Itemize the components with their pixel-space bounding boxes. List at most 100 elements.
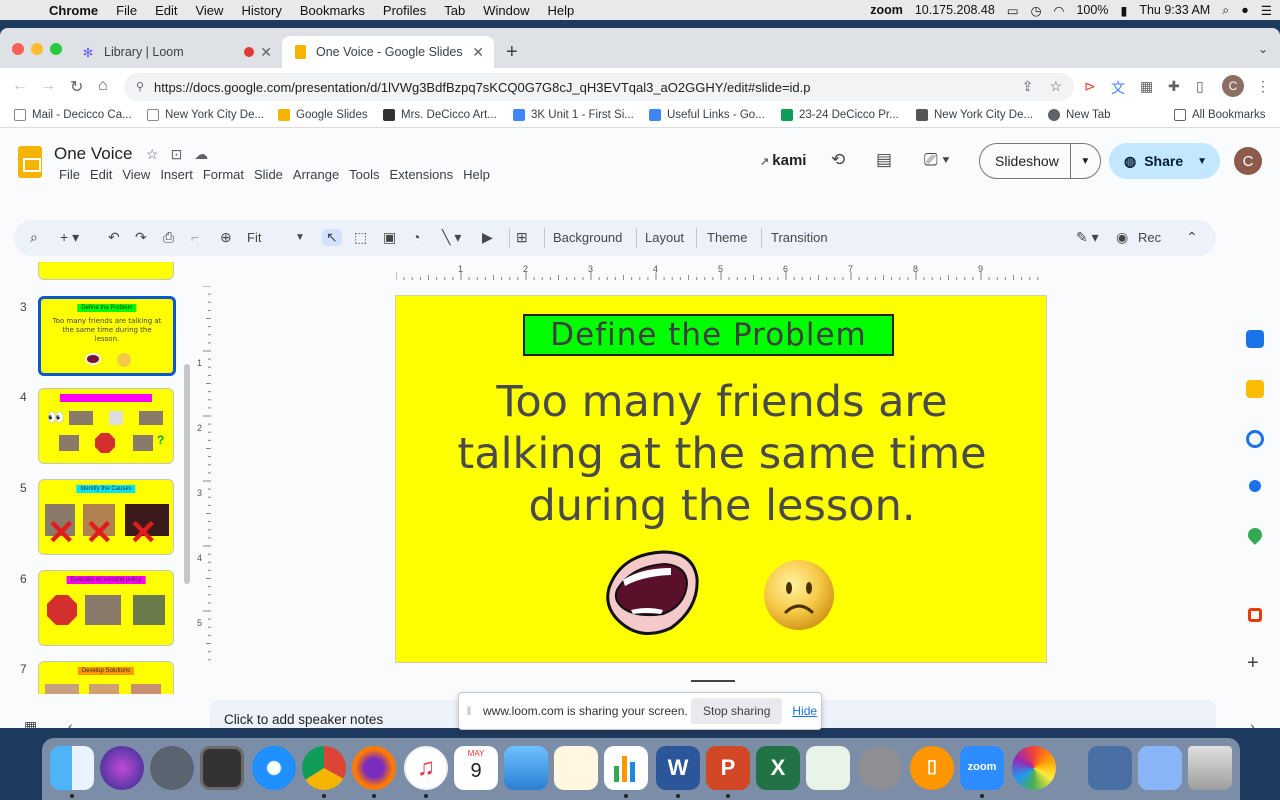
back-arrow-icon[interactable]: ← bbox=[12, 77, 28, 95]
menu-extensions[interactable]: Extensions bbox=[385, 167, 459, 182]
bookmark-item[interactable]: Mail - Decicco Ca... bbox=[14, 109, 132, 121]
bookmark-item[interactable]: New York City De... bbox=[916, 109, 1033, 121]
open-mouth-image[interactable] bbox=[601, 548, 701, 638]
tab-search-chevron-icon[interactable]: ⌄ bbox=[1258, 42, 1268, 56]
slide-canvas[interactable]: Define the Problem Too many friends are … bbox=[395, 295, 1047, 663]
share-page-icon[interactable]: ⇪ bbox=[1022, 78, 1034, 95]
filmstrip-scrollbar[interactable] bbox=[184, 364, 190, 584]
tab-slides[interactable]: One Voice - Google Slides ✕ bbox=[282, 36, 494, 68]
cloud-saved-icon[interactable]: ☁ bbox=[194, 146, 208, 163]
bookmark-item[interactable]: New Tab bbox=[1048, 109, 1111, 121]
slide-title[interactable]: Define the Problem bbox=[523, 314, 894, 356]
move-folder-icon[interactable]: ⊡ bbox=[171, 146, 183, 163]
menu-history[interactable]: History bbox=[232, 3, 290, 18]
document-title[interactable]: One Voice bbox=[54, 144, 132, 164]
menu-profiles[interactable]: Profiles bbox=[374, 3, 435, 18]
slide-thumbnail-3[interactable]: Define the Problem Too many friends are … bbox=[38, 296, 176, 376]
search-menus-icon[interactable]: ⌕ bbox=[30, 229, 38, 246]
slide-thumbnail-2[interactable] bbox=[38, 262, 174, 280]
redo-icon[interactable]: ↷ bbox=[135, 229, 147, 246]
get-addons-plus-icon[interactable]: + bbox=[1247, 652, 1259, 675]
minimize-window-button[interactable] bbox=[31, 43, 43, 55]
comments-icon[interactable]: ▤ bbox=[876, 150, 892, 170]
sad-face-image[interactable] bbox=[762, 558, 836, 632]
select-area-icon[interactable]: ⬚ bbox=[354, 229, 367, 246]
layout-button[interactable]: Layout bbox=[645, 230, 684, 245]
ilife-folder-icon[interactable] bbox=[1088, 746, 1132, 790]
collapse-filmstrip-icon[interactable]: ‹ bbox=[68, 718, 73, 728]
menu-tab[interactable]: Tab bbox=[435, 3, 474, 18]
select-cursor-icon[interactable]: ↖ bbox=[322, 229, 342, 246]
print-icon[interactable]: ⎙ bbox=[163, 229, 174, 246]
battery-icon[interactable]: ▮ bbox=[1120, 3, 1127, 18]
zoom-icon[interactable]: ⊕ bbox=[220, 229, 232, 246]
books-icon[interactable]: ▯ bbox=[910, 746, 954, 790]
tab-loom[interactable]: ✻ Library | Loom ✕ bbox=[70, 36, 282, 68]
menu-format[interactable]: Format bbox=[198, 167, 249, 182]
word-icon[interactable]: W bbox=[656, 746, 700, 790]
meet-camera-icon[interactable]: ⎚ ▾ bbox=[924, 150, 949, 170]
zoom-chevron-icon[interactable]: ▼ bbox=[295, 232, 305, 243]
maps-icon[interactable] bbox=[1245, 525, 1265, 545]
slideshow-options-chevron-icon[interactable]: ▼ bbox=[1071, 156, 1100, 167]
shape-icon[interactable]: ◔ bbox=[412, 229, 420, 245]
background-button[interactable]: Background bbox=[553, 230, 622, 245]
home-icon[interactable]: ⌂ bbox=[98, 77, 108, 95]
zoom-status-label[interactable]: zoom bbox=[870, 3, 903, 17]
menu-insert[interactable]: Insert bbox=[155, 167, 198, 182]
grid-view-icon[interactable]: ▦ bbox=[24, 718, 37, 728]
pen-tool-icon[interactable]: ✎ ▾ bbox=[1076, 229, 1099, 246]
image-icon[interactable]: ▣ bbox=[383, 229, 396, 246]
bookmark-item[interactable]: 23-24 DeCicco Pr... bbox=[781, 109, 899, 121]
all-bookmarks[interactable]: All Bookmarks bbox=[1174, 109, 1266, 121]
menu-app-name[interactable]: Chrome bbox=[40, 3, 107, 18]
bookmark-item[interactable]: Google Slides bbox=[278, 109, 368, 121]
slide-body-text[interactable]: Too many friends are talking at the same… bbox=[436, 376, 1008, 532]
share-options-chevron-icon[interactable]: ▼ bbox=[1197, 156, 1207, 167]
slideshow-button[interactable]: Slideshow ▼ bbox=[979, 143, 1101, 179]
account-avatar[interactable]: C bbox=[1234, 147, 1262, 175]
hide-link[interactable]: Hide bbox=[792, 704, 817, 718]
translate-extension-icon[interactable]: 文 bbox=[1111, 78, 1125, 98]
slide-thumbnail-4[interactable]: 👀 ? bbox=[38, 388, 174, 464]
menu-tools[interactable]: Tools bbox=[344, 167, 384, 182]
version-history-icon[interactable]: ⟲ bbox=[831, 150, 845, 170]
line-icon[interactable]: ╲ ▾ bbox=[442, 229, 461, 246]
menu-edit[interactable]: Edit bbox=[85, 167, 117, 182]
zoom-icon[interactable]: zoom bbox=[960, 746, 1004, 790]
documents-folder-icon[interactable] bbox=[1138, 746, 1182, 790]
forward-arrow-icon[interactable]: → bbox=[40, 77, 56, 95]
chrome-icon[interactable] bbox=[302, 746, 346, 790]
star-icon[interactable]: ☆ bbox=[146, 146, 159, 163]
trash-icon[interactable] bbox=[1188, 746, 1232, 790]
music-icon[interactable]: ♫ bbox=[404, 746, 448, 790]
loom-extension-icon[interactable]: ⊳ bbox=[1084, 78, 1096, 95]
powerpoint-icon[interactable]: P bbox=[706, 746, 750, 790]
url-field[interactable]: ⚲ https://docs.google.com/presentation/d… bbox=[124, 73, 1074, 101]
photos-icon[interactable] bbox=[1012, 746, 1056, 790]
maps-icon[interactable] bbox=[806, 746, 850, 790]
theme-button[interactable]: Theme bbox=[707, 230, 747, 245]
excel-icon[interactable]: X bbox=[756, 746, 800, 790]
bookmark-item[interactable]: New York City De... bbox=[147, 109, 264, 121]
share-button[interactable]: ◍ Share ▼ bbox=[1109, 143, 1220, 179]
notes-resize-handle[interactable] bbox=[691, 680, 735, 682]
kami-button[interactable]: ↗ kami bbox=[760, 152, 806, 169]
bookmark-item[interactable]: 3K Unit 1 - First Si... bbox=[513, 109, 634, 121]
site-info-icon[interactable]: ⚲ bbox=[136, 80, 144, 93]
spotlight-icon[interactable]: ⌕ bbox=[1222, 3, 1229, 18]
menu-file[interactable]: File bbox=[54, 167, 85, 182]
bookmark-item[interactable]: Mrs. DeCicco Art... bbox=[383, 109, 497, 121]
video-icon[interactable]: ▶ bbox=[482, 229, 493, 246]
bookmark-star-icon[interactable]: ☆ bbox=[1049, 78, 1062, 95]
control-center-icon[interactable]: ☰ bbox=[1261, 3, 1272, 18]
bookmark-item[interactable]: Useful Links - Go... bbox=[649, 109, 765, 121]
drag-handle-icon[interactable]: ‖ bbox=[459, 704, 479, 718]
zoom-select[interactable]: Fit bbox=[247, 230, 261, 245]
menu-arrange[interactable]: Arrange bbox=[288, 167, 344, 182]
pages-icon[interactable] bbox=[554, 746, 598, 790]
siri-icon[interactable] bbox=[100, 746, 144, 790]
menu-view[interactable]: View bbox=[186, 3, 232, 18]
chrome-menu-icon[interactable]: ⋮ bbox=[1256, 78, 1270, 95]
side-panel-icon[interactable]: ▯ bbox=[1196, 78, 1204, 95]
